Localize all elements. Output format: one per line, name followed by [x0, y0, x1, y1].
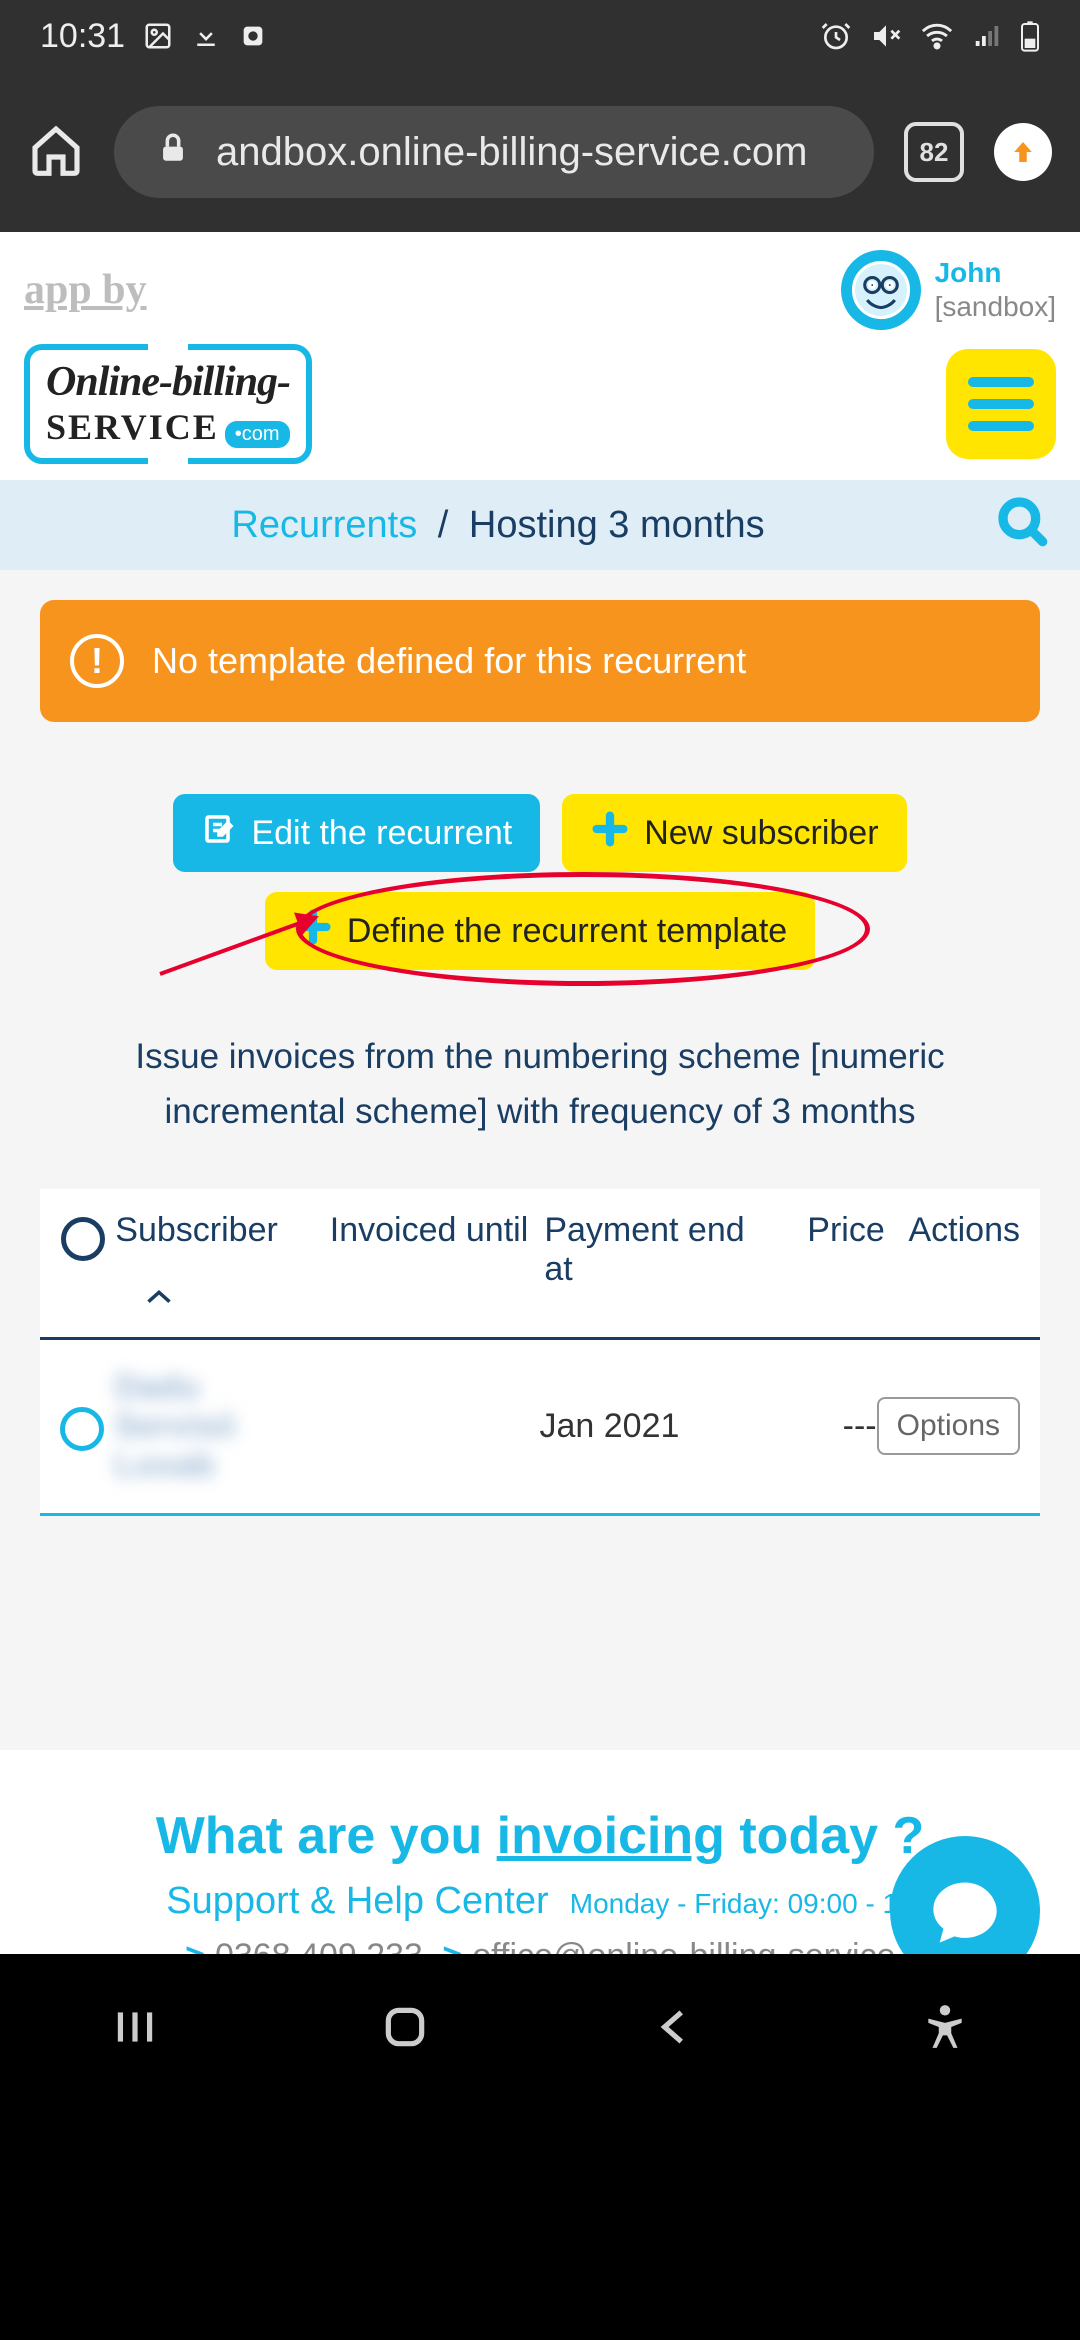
col-invoiced[interactable]: Invoiced until [330, 1211, 545, 1250]
app-viewport: app by John [sandbox] Online-billing- SE… [0, 232, 1080, 1954]
android-nav-bar [0, 1954, 1080, 2104]
chat-icon [927, 1873, 1003, 1949]
url-text: andbox.online-billing-service.com [216, 130, 807, 175]
home-icon[interactable] [28, 122, 84, 183]
support-link[interactable]: Support & Help Center [166, 1880, 548, 1922]
phone-link[interactable]: 0368 409 233 [215, 1937, 423, 1954]
new-subscriber-button[interactable]: New subscriber [562, 794, 906, 872]
cell-payment: Jan 2021 [540, 1407, 766, 1446]
table-row[interactable]: Dadu Servisii Loxab Jan 2021 --- Options [40, 1340, 1040, 1516]
lock-icon [156, 130, 190, 175]
table-header: Subscriber Invoiced until Payment end at… [40, 1189, 1040, 1340]
row-options-button[interactable]: Options [877, 1397, 1020, 1455]
clock: 10:31 [40, 17, 125, 56]
accessibility-button[interactable] [920, 2002, 970, 2057]
col-actions: Actions [885, 1211, 1020, 1250]
edit-recurrent-button[interactable]: Edit the recurrent [173, 794, 540, 872]
col-price[interactable]: Price [773, 1211, 885, 1250]
app-icon [239, 22, 267, 50]
browser-toolbar: andbox.online-billing-service.com 82 [0, 72, 1080, 232]
brand-logo[interactable]: Online-billing- SERVICE•com [24, 344, 312, 464]
wifi-icon [920, 19, 954, 53]
subscribers-table: Subscriber Invoiced until Payment end at… [40, 1189, 1040, 1516]
image-icon [143, 21, 173, 51]
cell-price: --- [766, 1407, 877, 1446]
avatar-icon [841, 250, 921, 330]
update-badge-icon[interactable] [994, 123, 1052, 181]
support-hours: Monday - Friday: 09:00 - 17 [570, 1888, 914, 1919]
home-button[interactable] [380, 2002, 430, 2057]
user-name: John [935, 256, 1056, 290]
chevron-up-icon[interactable] [145, 1276, 330, 1315]
row-checkbox[interactable] [60, 1407, 104, 1451]
back-button[interactable] [650, 2002, 700, 2057]
exclamation-icon: ! [70, 634, 124, 688]
select-all-checkbox[interactable] [61, 1217, 105, 1261]
battery-icon [1020, 20, 1040, 52]
signal-icon [972, 21, 1002, 51]
col-subscriber[interactable]: Subscriber [115, 1211, 278, 1249]
plus-icon [590, 809, 630, 858]
recurrent-description: Issue invoices from the numbering scheme… [40, 1030, 1040, 1139]
user-env: [sandbox] [935, 290, 1056, 324]
alarm-icon [820, 20, 852, 52]
footer-slogan: What are you invoicing today ? [30, 1806, 1050, 1866]
tab-count-button[interactable]: 82 [904, 122, 964, 182]
search-icon[interactable] [996, 495, 1052, 556]
alert-text: No template defined for this recurrent [152, 640, 746, 682]
cell-subscriber: Dadu Servisii Loxab [115, 1368, 327, 1485]
email-link[interactable]: office@online-billing-service. [472, 1937, 905, 1954]
define-template-button[interactable]: Define the recurrent template [265, 892, 815, 970]
breadcrumb-link-recurrents[interactable]: Recurrents [231, 504, 417, 546]
app-by-label: app by [24, 266, 147, 314]
page-footer: What are you invoicing today ? Support &… [0, 1750, 1080, 1954]
recents-button[interactable] [110, 2002, 160, 2057]
edit-icon [201, 811, 237, 856]
url-bar[interactable]: andbox.online-billing-service.com [114, 106, 874, 198]
col-payment[interactable]: Payment end at [544, 1211, 773, 1289]
hamburger-menu-icon[interactable] [946, 349, 1056, 459]
warning-alert: ! No template defined for this recurrent [40, 600, 1040, 722]
breadcrumb: Recurrents / Hosting 3 months [0, 480, 1080, 570]
breadcrumb-current: Hosting 3 months [469, 504, 765, 546]
user-menu[interactable]: John [sandbox] [841, 250, 1056, 330]
download-icon [191, 21, 221, 51]
mute-icon [870, 20, 902, 52]
android-status-bar: 10:31 [0, 0, 1080, 72]
